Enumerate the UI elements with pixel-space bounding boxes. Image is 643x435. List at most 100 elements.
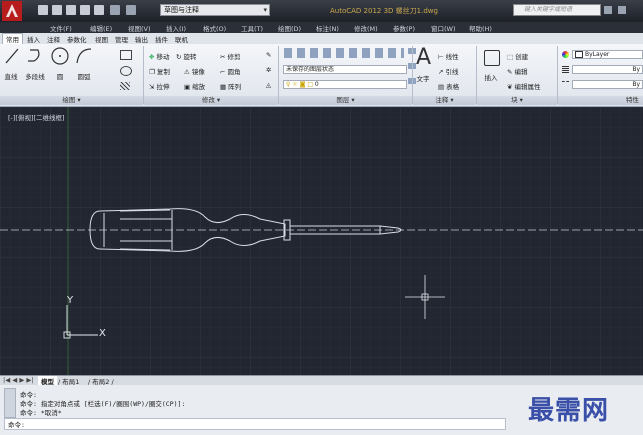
search-icon[interactable] [604,6,612,14]
drawing-svg[interactable]: Y X [0,107,643,375]
tab-annotate[interactable]: 注释 [47,34,60,44]
command-window-grip[interactable] [4,388,16,418]
save-icon[interactable] [66,5,76,15]
circle-button[interactable]: 圆 [50,71,70,81]
leader-tool[interactable]: ↗ 引线 [438,66,458,76]
save-as-icon[interactable] [80,5,90,15]
lineweight-dropdown[interactable]: By [572,65,643,74]
linear-dim-tool[interactable]: ⊢ 线性 [438,51,459,61]
block-panel-title[interactable]: 块 ▾ [477,96,557,105]
menu-edit[interactable]: 编辑(E) [90,23,112,33]
menu-tools[interactable]: 工具(T) [241,23,263,33]
search-input[interactable]: 键入关键字或短语 [513,4,601,16]
rotate-tool[interactable]: ↻ 旋转 [176,51,196,61]
menu-insert[interactable]: 插入(I) [166,23,186,33]
fillet-tool[interactable]: ⌐ 圆角 [220,66,240,76]
edit-block-tool[interactable]: ✎ 编辑 [507,66,527,76]
workspace-dropdown[interactable]: 草图与注释 ▾ [160,4,270,16]
circle-icon[interactable] [50,46,70,66]
tab-output[interactable]: 输出 [135,34,148,44]
linetype-icon [562,81,569,89]
current-layer-name: 0 [314,81,319,88]
offset-icon[interactable]: ◬ [266,81,271,89]
explode-icon[interactable]: ✲ [266,66,271,74]
rectangle-icon[interactable] [120,50,132,60]
layout-nav-arrows[interactable]: |◀ ◀ ▶ ▶| [3,376,34,384]
line-button[interactable]: 直线 [0,71,22,81]
array-tool[interactable]: ▦ 阵列 [220,81,241,91]
menu-help[interactable]: 帮助(H) [469,23,492,33]
menu-dimension[interactable]: 标注(N) [316,23,339,33]
trim-icon: ✂ [220,53,226,61]
current-layer-dropdown[interactable]: ♀ ☼ ◙ □ 0 [283,80,407,89]
modify-panel-title[interactable]: 修改 ▾ [144,96,278,105]
undo-icon[interactable] [110,5,120,15]
copy-tool[interactable]: ❐ 复制 [149,66,170,76]
redo-icon[interactable] [126,5,136,15]
polyline-icon[interactable] [26,47,44,65]
workspace-label: 草图与注释 [164,6,199,14]
color-swatch [575,51,583,58]
print-icon[interactable] [94,5,104,15]
tab-view[interactable]: 视图 [95,34,108,44]
stretch-label: 拉伸 [156,83,170,91]
new-file-icon[interactable] [38,5,48,15]
insert-block-icon[interactable] [484,50,500,66]
linetype-dropdown[interactable]: By [572,80,643,89]
polyline-button[interactable]: 多段线 [20,71,50,81]
tab-insert[interactable]: 插入 [27,34,40,44]
tab-manage[interactable]: 管理 [115,34,128,44]
open-file-icon[interactable] [52,5,62,15]
help-icon[interactable] [618,6,626,14]
command-input[interactable] [4,418,506,430]
edit-attr-tool[interactable]: ❦ 编辑属性 [507,81,540,91]
annotation-panel-title[interactable]: 注释 ▾ [413,96,476,105]
edit-block-icon: ✎ [507,68,513,76]
line-icon[interactable] [4,47,20,65]
tab-plugins[interactable]: 插件 [155,34,168,44]
stretch-tool[interactable]: ⇲ 拉伸 [149,81,169,91]
autocad-logo-icon[interactable] [2,1,22,21]
erase-icon[interactable]: ✎ [266,51,271,59]
move-tool[interactable]: ✥ 移动 [149,51,169,61]
menu-draw[interactable]: 绘图(D) [278,23,301,33]
mirror-label: 镜像 [191,68,205,76]
menu-modify[interactable]: 修改(M) [354,23,378,33]
text-icon[interactable]: A [416,45,431,70]
menu-parametric[interactable]: 参数(P) [393,23,415,33]
menu-format[interactable]: 格式(O) [203,23,226,33]
trim-tool[interactable]: ✂ 修剪 [220,51,240,61]
menu-file[interactable]: 文件(F) [50,23,72,33]
linear-label: 线性 [445,53,459,61]
properties-panel-title[interactable]: 特性 [558,96,643,105]
scale-tool[interactable]: ▣ 缩放 [184,81,205,91]
tab-parametric[interactable]: 参数化 [67,34,87,44]
tab-home[interactable]: 常用 [2,33,23,44]
text-button[interactable]: 文字 [414,73,432,83]
arc-icon[interactable] [74,46,94,66]
create-block-tool[interactable]: ⬚ 创建 [507,51,528,61]
menu-window[interactable]: 窗口(W) [431,23,456,33]
window-title: AutoCAD 2012 3D 螺丝刀1.dwg [330,7,438,15]
viewport-controls[interactable]: [-][俯视][二维线框] [8,112,65,122]
menu-view[interactable]: 视图(V) [128,23,151,33]
array-icon: ▦ [220,83,227,91]
copy-label: 复制 [156,68,170,76]
layer-tools-row[interactable] [284,48,404,58]
mirror-icon: ⚠ [184,68,190,76]
leader-label: 引线 [445,68,459,76]
mirror-tool[interactable]: ⚠ 镜像 [184,66,205,76]
tab-online[interactable]: 联机 [175,34,188,44]
drawing-canvas[interactable]: Y X [0,107,643,375]
hatch-icon[interactable] [120,82,130,90]
draw-panel-title[interactable]: 绘图 ▾ [0,96,143,105]
arc-button[interactable]: 圆弧 [72,71,96,81]
insert-block-button[interactable]: 插入 [480,72,502,82]
color-dropdown[interactable]: ByLayer [572,50,643,59]
layers-panel-title[interactable]: 图层 ▾ [279,96,412,105]
table-tool[interactable]: ▤ 表格 [438,81,459,91]
create-block-label: 创建 [515,53,529,61]
ellipse-icon[interactable] [120,66,132,76]
rotate-label: 旋转 [183,53,197,61]
layer-state-dropdown[interactable]: 未保存的图层状态 [283,65,407,74]
